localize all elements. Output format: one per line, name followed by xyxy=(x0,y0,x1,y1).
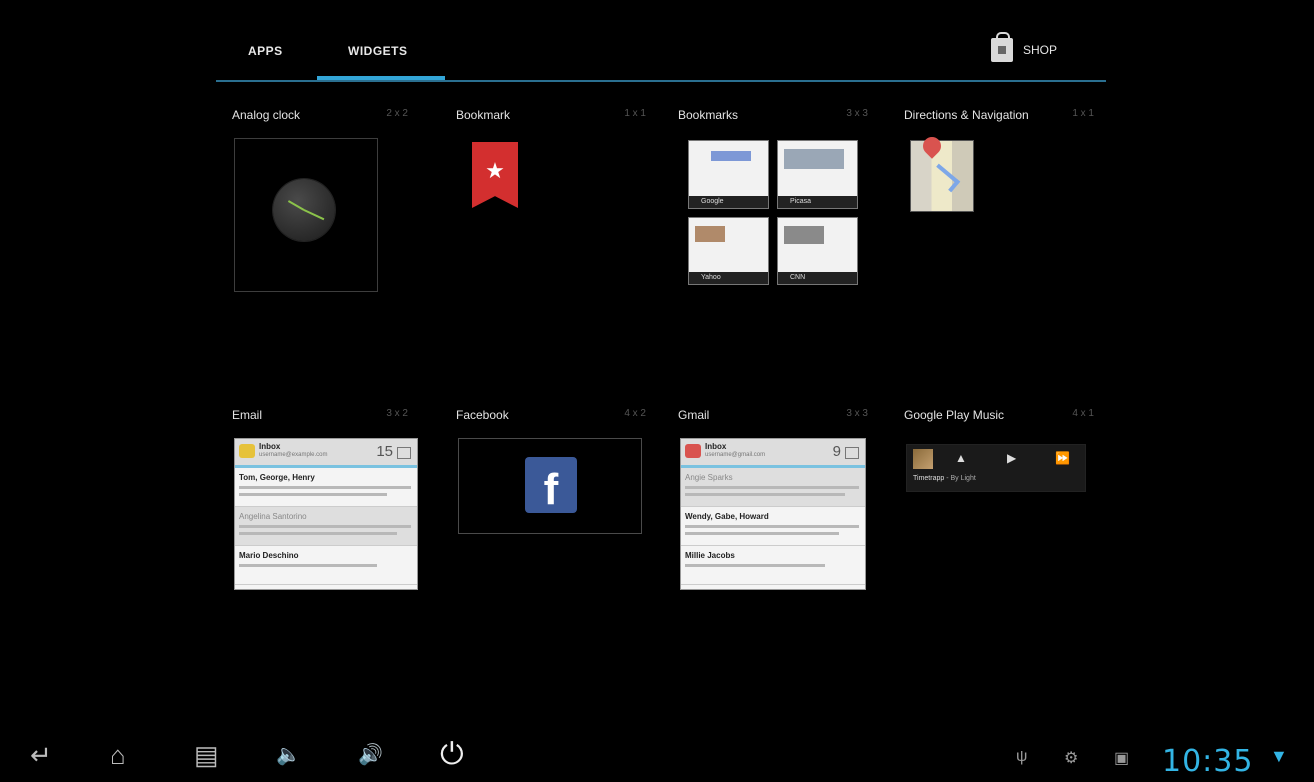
widget-title: Gmail xyxy=(678,408,710,422)
gmail-app-icon xyxy=(685,444,701,458)
bookmark-thumbnail: Google xyxy=(688,140,769,209)
widget-directions-navigation[interactable]: Directions & Navigation 1 x 1 xyxy=(904,108,1094,298)
widget-size: 1 x 1 xyxy=(1072,108,1094,119)
widget-analog-clock[interactable]: Analog clock 2 x 2 xyxy=(232,108,422,298)
track-artist: By Light xyxy=(950,475,976,482)
header-divider xyxy=(216,80,1106,82)
thumbnail-caption: Yahoo xyxy=(689,272,768,284)
widget-title: Analog clock xyxy=(232,108,301,122)
widget-size: 2 x 2 xyxy=(386,108,408,119)
home-icon[interactable]: ⌂ xyxy=(110,740,126,770)
minute-hand xyxy=(303,209,325,221)
screenshot-icon: ▣ xyxy=(1114,750,1130,767)
widget-gmail[interactable]: Gmail 3 x 3 Inbox username@gmail.com 9 A… xyxy=(678,408,868,598)
widget-title: Bookmarks xyxy=(678,108,739,122)
system-navigation-bar: ↵ ⌂ ▤ 🔈 🔊 ⏻ ψ ⚙ ▣ 10:35 ▼ xyxy=(0,730,1314,782)
app-drawer-header: APPS WIDGETS SHOP xyxy=(216,0,1106,82)
unread-count: 15 xyxy=(376,443,393,460)
widget-title: Bookmark xyxy=(456,108,511,122)
widget-google-play-music[interactable]: Google Play Music 4 x 1 ▲ ▶ ⏩ Timetrapp … xyxy=(904,408,1094,598)
list-item: Mario Deschino xyxy=(235,546,417,585)
email-app-icon xyxy=(239,444,255,458)
email-sender: Mario Deschino xyxy=(239,551,299,560)
thumbnail-caption: Picasa xyxy=(778,195,857,208)
widget-bookmark[interactable]: Bookmark 1 x 1 ★ xyxy=(456,108,646,298)
bookmark-thumbnail: CNN xyxy=(777,216,858,285)
widget-bookmarks[interactable]: Bookmarks 3 x 3 Google Picasa Yahoo CNN xyxy=(678,108,868,298)
gmail-widget-preview: Inbox username@gmail.com 9 Angie Sparks … xyxy=(680,438,866,590)
tab-apps[interactable]: APPS xyxy=(248,44,283,58)
recent-apps-icon[interactable]: ▤ xyxy=(194,740,219,770)
thumbs-up-icon: ▲ xyxy=(955,451,967,465)
shop-label: SHOP xyxy=(1023,43,1058,57)
email-sender: Angelina Santorino xyxy=(239,512,307,521)
bookmark-icon: ★ xyxy=(472,142,518,208)
back-icon[interactable]: ↵ xyxy=(30,740,52,770)
account-label: username@example.com xyxy=(259,452,328,458)
play-icon: ▶ xyxy=(1007,451,1017,465)
android-debug-icon: ⚙ xyxy=(1064,750,1079,767)
email-sender: Tom, George, Henry xyxy=(239,473,315,482)
volume-down-icon[interactable]: 🔈 xyxy=(276,740,301,770)
list-item: Wendy, Gabe, Howard xyxy=(681,507,865,546)
widget-title: Facebook xyxy=(456,408,509,422)
widget-title: Directions & Navigation xyxy=(904,108,1029,122)
album-art xyxy=(913,449,933,469)
compose-icon xyxy=(397,447,411,459)
widget-size: 3 x 3 xyxy=(846,108,868,119)
wifi-icon: ▼ xyxy=(1270,746,1288,766)
account-label: username@gmail.com xyxy=(705,452,766,458)
track-info: Timetrapp - By Light xyxy=(913,475,976,482)
widget-size: 1 x 1 xyxy=(624,108,646,119)
widget-title: Email xyxy=(232,408,263,422)
music-widget-preview: ▲ ▶ ⏩ Timetrapp - By Light xyxy=(906,444,1086,492)
list-item: Millie Jacobs xyxy=(681,546,865,585)
thumbnail-caption: CNN xyxy=(778,272,857,284)
clock-icon xyxy=(273,179,335,241)
list-item: Angie Sparks xyxy=(681,468,865,507)
email-sender: Wendy, Gabe, Howard xyxy=(685,512,769,521)
widget-facebook[interactable]: Facebook 4 x 2 f xyxy=(456,408,646,598)
map-icon xyxy=(910,133,974,212)
route-arrow-icon xyxy=(929,163,961,193)
facebook-preview: f xyxy=(458,438,642,534)
widget-size: 3 x 2 xyxy=(386,408,408,419)
bookmarks-preview: Google Picasa Yahoo CNN xyxy=(688,140,858,285)
widget-email[interactable]: Email 3 x 2 Inbox username@example.com 1… xyxy=(232,408,422,598)
bookmark-thumbnail: Picasa xyxy=(777,140,858,209)
gmail-header: Inbox username@gmail.com 9 xyxy=(681,439,865,468)
unread-count: 9 xyxy=(832,443,841,460)
email-sender: Angie Sparks xyxy=(685,473,733,482)
map-pin-icon xyxy=(919,133,945,159)
widget-size: 4 x 1 xyxy=(1072,408,1094,419)
widget-size: 3 x 3 xyxy=(846,408,868,419)
inbox-label: Inbox xyxy=(705,442,727,451)
list-item: Angelina Santorino xyxy=(235,507,417,546)
hour-hand xyxy=(287,200,305,211)
bookmark-thumbnail: Yahoo xyxy=(688,216,769,285)
widget-size: 4 x 2 xyxy=(624,408,646,419)
list-item: Tom, George, Henry xyxy=(235,468,417,507)
analog-clock-preview xyxy=(234,138,378,292)
next-icon: ⏩ xyxy=(1055,451,1070,465)
shop-button[interactable]: SHOP xyxy=(991,32,1058,62)
email-header: Inbox username@example.com 15 xyxy=(235,439,417,468)
email-widget-preview: Inbox username@example.com 15 Tom, Georg… xyxy=(234,438,418,590)
thumbnail-caption: Google xyxy=(689,195,768,208)
volume-up-icon[interactable]: 🔊 xyxy=(358,740,383,770)
track-title: Timetrapp xyxy=(913,475,945,482)
facebook-logo-icon: f xyxy=(525,457,577,513)
status-clock[interactable]: 10:35 xyxy=(1162,744,1253,779)
usb-icon: ψ xyxy=(1016,748,1028,765)
inbox-label: Inbox xyxy=(259,442,281,451)
widget-title: Google Play Music xyxy=(904,408,1005,422)
power-icon[interactable]: ⏻ xyxy=(440,740,464,770)
compose-icon xyxy=(845,447,859,459)
tab-widgets[interactable]: WIDGETS xyxy=(348,44,408,58)
email-sender: Millie Jacobs xyxy=(685,551,735,560)
shopping-bag-icon xyxy=(991,32,1013,62)
